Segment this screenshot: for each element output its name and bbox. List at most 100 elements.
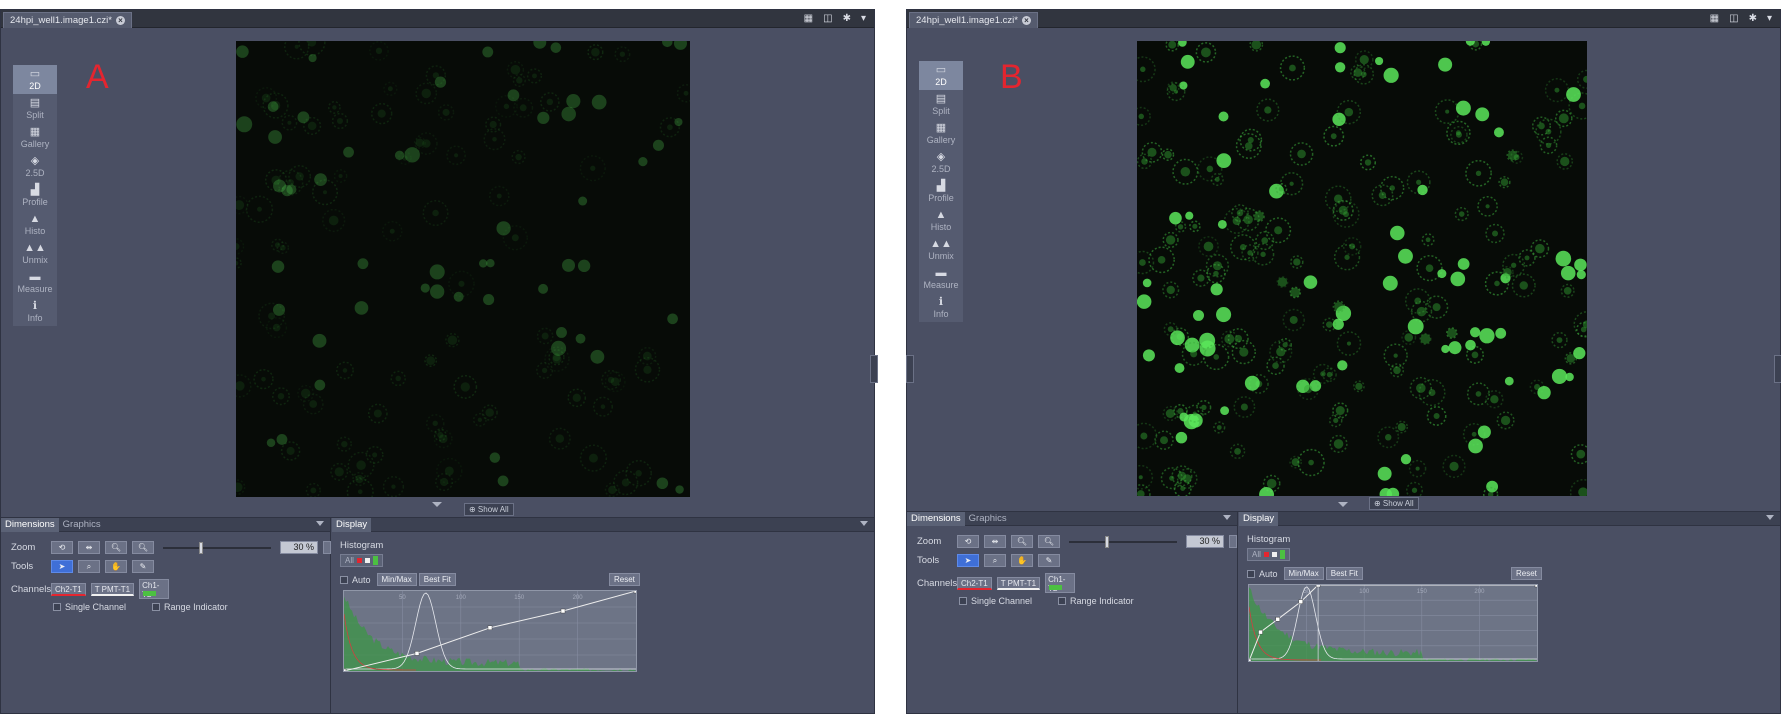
tab-display[interactable]: Display: [332, 518, 372, 532]
chevron-down-icon[interactable]: [860, 521, 868, 526]
file-tab[interactable]: 24hpi_well1.image1.czi* ×: [3, 12, 132, 28]
chevron-down-icon[interactable]: [432, 502, 442, 507]
microscopy-image[interactable]: [1137, 41, 1587, 496]
view-mode-info[interactable]: ℹ Info: [13, 297, 57, 326]
best-fit-button[interactable]: Best Fit: [1325, 567, 1363, 580]
view-mode-2d[interactable]: ▭ 2D: [13, 65, 57, 94]
close-icon[interactable]: ×: [1021, 15, 1031, 25]
zoom-stepper[interactable]: [1229, 535, 1237, 548]
channel-ch1-t2[interactable]: Ch1-T2: [139, 579, 170, 599]
tab-display[interactable]: Display: [1239, 512, 1279, 526]
auto-checkbox[interactable]: Auto: [1247, 569, 1278, 579]
grid-layout-icon[interactable]: ▦: [804, 13, 813, 25]
zoom-in-button[interactable]: 🔍︎: [1038, 535, 1060, 548]
side-panel-handle[interactable]: [906, 355, 914, 383]
channel-ch2-t1[interactable]: Ch2-T1: [957, 576, 992, 590]
settings-icon[interactable]: ✱: [843, 13, 851, 25]
histogram-plot[interactable]: 50 100 150 200: [343, 590, 637, 672]
best-fit-button[interactable]: Best Fit: [418, 573, 456, 586]
pointer-tool-button[interactable]: ➤: [957, 554, 979, 567]
view-mode-gallery[interactable]: ▦ Gallery: [919, 119, 963, 148]
view-mode-histo[interactable]: ▲ Histo: [919, 206, 963, 235]
cell: [590, 165, 596, 171]
chevron-down-icon[interactable]: [1338, 502, 1348, 507]
view-mode-measure[interactable]: ▬ Measure: [919, 264, 963, 293]
view-mode-split[interactable]: ▤ Split: [13, 94, 57, 123]
view-mode-unmix[interactable]: ▲▲ Unmix: [13, 239, 57, 268]
single-channel-checkbox[interactable]: Single Channel: [959, 596, 1032, 606]
cell: [519, 104, 527, 112]
grid-layout-icon[interactable]: ▦: [1710, 13, 1719, 25]
zoom-slider-knob[interactable]: [199, 541, 203, 554]
histogram-plot[interactable]: 50 100 150 200: [1248, 584, 1538, 662]
settings-icon[interactable]: ✱: [1749, 13, 1757, 25]
histogram-svg[interactable]: 50 100 150 200: [344, 591, 636, 671]
view-mode-profile[interactable]: ▟ Profile: [919, 177, 963, 206]
tick-label: 100: [456, 595, 467, 601]
zoom-rect-tool-button[interactable]: ⌕: [984, 554, 1006, 567]
view-mode-histo[interactable]: ▲ Histo: [13, 210, 57, 239]
zoom-reset-button[interactable]: ⟲: [51, 541, 73, 554]
zoom-slider[interactable]: [163, 541, 271, 554]
chevron-down-icon[interactable]: [316, 521, 324, 526]
histogram-svg[interactable]: 50 100 150 200: [1249, 585, 1537, 661]
auto-checkbox[interactable]: Auto: [340, 575, 371, 585]
zoom-out-button[interactable]: 🔍︎: [105, 541, 127, 554]
tab-dimensions[interactable]: Dimensions: [907, 512, 965, 526]
file-tab[interactable]: 24hpi_well1.image1.czi* ×: [909, 12, 1038, 28]
pan-tool-button[interactable]: ✋: [105, 560, 127, 573]
zoom-slider-knob[interactable]: [1105, 535, 1109, 548]
chevron-down-icon[interactable]: [1223, 515, 1231, 520]
single-channel-checkbox[interactable]: Single Channel: [53, 602, 126, 612]
zoom-rect-tool-button[interactable]: ⌕: [78, 560, 100, 573]
zoom-stepper[interactable]: [323, 541, 331, 554]
split-layout-icon[interactable]: ◫: [1729, 13, 1738, 25]
zoom-value-field[interactable]: 30 %: [1186, 535, 1224, 548]
view-mode-2d[interactable]: ▭ 2D: [919, 61, 963, 90]
min-max-button[interactable]: Min/Max: [376, 573, 417, 586]
split-layout-icon[interactable]: ◫: [823, 13, 832, 25]
show-all-button[interactable]: ⊕ Show All: [1369, 497, 1419, 510]
zoom-fit-button[interactable]: ⇹: [78, 541, 100, 554]
microscopy-image[interactable]: [236, 41, 690, 497]
histogram-all-button[interactable]: All: [1247, 548, 1290, 561]
view-mode-split[interactable]: ▤ Split: [919, 90, 963, 119]
range-indicator-checkbox[interactable]: Range Indicator: [152, 602, 228, 612]
range-indicator-checkbox[interactable]: Range Indicator: [1058, 596, 1134, 606]
view-mode-unmix[interactable]: ▲▲ Unmix: [919, 235, 963, 264]
pan-tool-button[interactable]: ✋: [1011, 554, 1033, 567]
view-mode-measure[interactable]: ▬ Measure: [13, 268, 57, 297]
close-icon[interactable]: ×: [115, 15, 125, 25]
view-mode-profile[interactable]: ▟ Profile: [13, 181, 57, 210]
chevron-down-icon[interactable]: ▾: [1767, 13, 1772, 25]
zoom-fit-button[interactable]: ⇹: [984, 535, 1006, 548]
side-panel-handle[interactable]: [870, 355, 878, 383]
channel-t-pmt-t1[interactable]: T PMT-T1: [90, 582, 135, 596]
channel-t-pmt-t1[interactable]: T PMT-T1: [996, 576, 1041, 590]
reset-button[interactable]: Reset: [609, 573, 640, 586]
channel-ch1-t2[interactable]: Ch1-T2: [1045, 573, 1076, 593]
zoom-in-button[interactable]: 🔍︎: [132, 541, 154, 554]
pen-tool-button[interactable]: ✎: [132, 560, 154, 573]
zoom-slider[interactable]: [1069, 535, 1177, 548]
chevron-down-icon[interactable]: [1766, 515, 1774, 520]
tab-graphics[interactable]: Graphics: [59, 518, 105, 532]
channel-ch2-t1[interactable]: Ch2-T1: [51, 582, 86, 596]
view-mode-2-5d[interactable]: ◈ 2.5D: [13, 152, 57, 181]
pointer-tool-button[interactable]: ➤: [51, 560, 73, 573]
tab-graphics[interactable]: Graphics: [965, 512, 1011, 526]
zoom-value-field[interactable]: 30 %: [280, 541, 318, 554]
chevron-down-icon[interactable]: ▾: [861, 13, 866, 25]
view-mode-gallery[interactable]: ▦ Gallery: [13, 123, 57, 152]
min-max-button[interactable]: Min/Max: [1283, 567, 1324, 580]
side-panel-handle[interactable]: [1774, 355, 1781, 383]
tab-dimensions[interactable]: Dimensions: [1, 518, 59, 532]
show-all-button[interactable]: ⊕ Show All: [464, 503, 514, 516]
histogram-all-button[interactable]: All: [340, 554, 383, 567]
view-mode-2-5d[interactable]: ◈ 2.5D: [919, 148, 963, 177]
view-mode-info[interactable]: ℹ Info: [919, 293, 963, 322]
zoom-reset-button[interactable]: ⟲: [957, 535, 979, 548]
pen-tool-button[interactable]: ✎: [1038, 554, 1060, 567]
zoom-out-button[interactable]: 🔍︎: [1011, 535, 1033, 548]
reset-button[interactable]: Reset: [1511, 567, 1542, 580]
